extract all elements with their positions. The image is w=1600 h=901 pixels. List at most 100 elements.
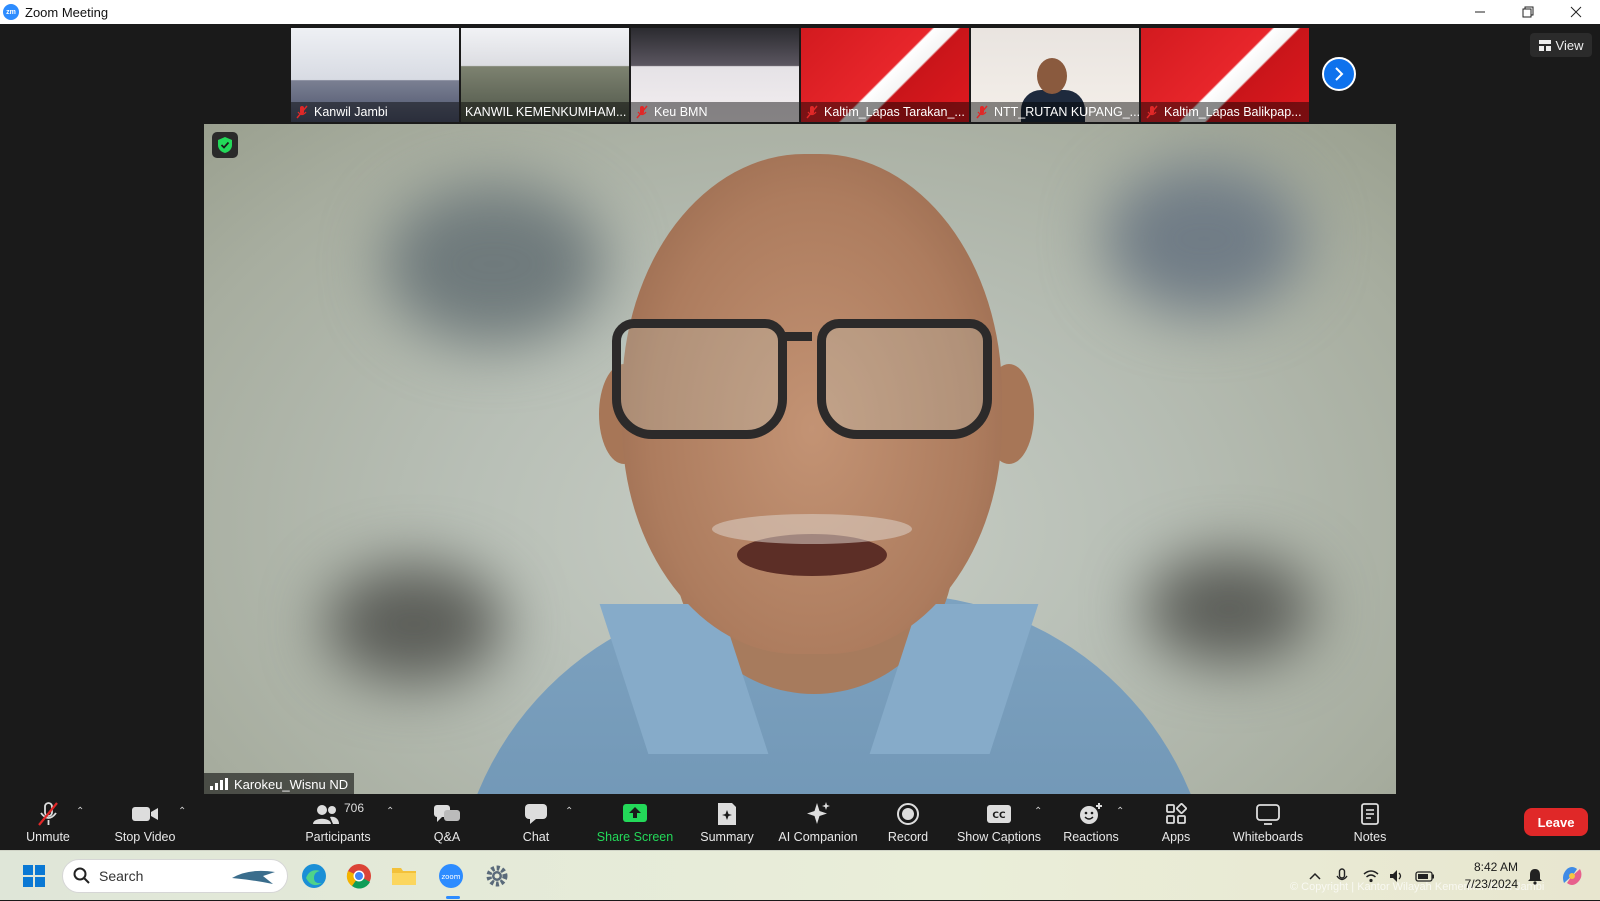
speaker-mustache bbox=[712, 514, 912, 544]
chat-options-caret[interactable]: ⌃ bbox=[565, 806, 573, 817]
participant-label: Kaltim_Lapas Balikpap... bbox=[1141, 102, 1309, 122]
edge-browser-icon[interactable] bbox=[298, 860, 330, 892]
ai-companion-button[interactable]: AI Companion bbox=[776, 794, 860, 850]
leave-button[interactable]: Leave bbox=[1524, 808, 1588, 836]
mic-muted-icon bbox=[635, 105, 649, 119]
chevron-up-icon[interactable] bbox=[1304, 872, 1326, 880]
close-button[interactable] bbox=[1552, 0, 1600, 24]
speaker-face bbox=[612, 154, 1002, 654]
meeting-area: Kanwil Jambi KANWIL KEMENKUMHAM... Keu B… bbox=[0, 24, 1600, 850]
apps-icon bbox=[1166, 803, 1187, 824]
search-highlight-icon bbox=[232, 870, 275, 884]
reactions-options-caret[interactable]: ⌃ bbox=[1116, 806, 1124, 817]
restore-button[interactable] bbox=[1504, 0, 1552, 24]
shield-check-icon bbox=[218, 137, 232, 153]
speaker-name: Karokeu_Wisnu ND bbox=[234, 776, 349, 792]
participant-thumbnail[interactable]: Kanwil Jambi bbox=[291, 28, 459, 122]
participant-label: Kaltim_Lapas Tarakan_... bbox=[801, 102, 969, 122]
qa-button[interactable]: Q&A bbox=[424, 794, 470, 850]
taskbar-search[interactable]: Search bbox=[62, 859, 288, 893]
summary-button[interactable]: Summary bbox=[698, 794, 756, 850]
background-blur bbox=[1144, 554, 1314, 664]
start-button[interactable] bbox=[18, 860, 50, 892]
next-page-button[interactable] bbox=[1322, 57, 1356, 91]
qa-label: Q&A bbox=[433, 830, 461, 844]
video-camera-icon bbox=[132, 807, 158, 821]
participant-thumbnail[interactable]: KANWIL KEMENKUMHAM... bbox=[461, 28, 629, 122]
participant-thumbnail[interactable]: Keu BMN bbox=[631, 28, 799, 122]
copilot-icon bbox=[1563, 867, 1582, 885]
mic-muted-icon bbox=[38, 802, 58, 826]
participant-name: Kanwil Jambi bbox=[314, 105, 388, 119]
participant-name: Keu BMN bbox=[654, 105, 708, 119]
apps-label: Apps bbox=[1161, 830, 1191, 844]
notes-icon bbox=[1361, 803, 1379, 825]
copilot-button[interactable] bbox=[1556, 860, 1588, 892]
search-icon bbox=[73, 867, 90, 884]
search-placeholder: Search bbox=[99, 868, 144, 884]
summary-icon bbox=[718, 803, 736, 825]
minimize-button[interactable] bbox=[1456, 0, 1504, 24]
chat-button[interactable]: Chat bbox=[516, 794, 556, 850]
share-screen-label: Share Screen bbox=[596, 830, 674, 844]
chat-icon bbox=[525, 804, 547, 824]
encryption-shield-button[interactable] bbox=[212, 132, 238, 158]
grid-icon bbox=[1538, 39, 1551, 51]
participants-label: Participants bbox=[305, 830, 371, 844]
mic-muted-icon bbox=[1145, 105, 1159, 119]
taskbar-clock[interactable]: 8:42 AM 7/23/2024 bbox=[1448, 859, 1518, 893]
captions-options-caret[interactable]: ⌃ bbox=[1034, 806, 1042, 817]
share-screen-button[interactable]: Share Screen bbox=[596, 794, 674, 850]
record-label: Record bbox=[887, 830, 929, 844]
participants-icon bbox=[312, 805, 339, 824]
stop-video-button[interactable]: Stop Video bbox=[110, 794, 180, 850]
participants-count: 706 bbox=[343, 801, 365, 815]
participant-name: NTT_RUTAN KUPANG_... bbox=[994, 105, 1139, 119]
gallery-strip: Kanwil Jambi KANWIL KEMENKUMHAM... Keu B… bbox=[291, 28, 1309, 122]
settings-taskbar-icon[interactable] bbox=[481, 860, 513, 892]
wifi-icon[interactable] bbox=[1358, 869, 1384, 883]
background-blur bbox=[1104, 164, 1304, 314]
chrome-browser-icon[interactable] bbox=[343, 860, 375, 892]
whiteboards-button[interactable]: Whiteboards bbox=[1230, 794, 1306, 850]
qa-icon bbox=[434, 805, 460, 822]
svg-text:zoom: zoom bbox=[441, 873, 460, 881]
apps-button[interactable]: Apps bbox=[1160, 794, 1192, 850]
sparkle-icon bbox=[807, 802, 830, 824]
record-icon bbox=[897, 803, 919, 825]
view-label: View bbox=[1555, 37, 1584, 53]
view-button[interactable]: View bbox=[1530, 33, 1592, 57]
signal-strength-icon bbox=[210, 778, 228, 790]
reactions-button[interactable]: Reactions bbox=[1062, 794, 1120, 850]
notifications-button[interactable] bbox=[1519, 860, 1551, 892]
show-captions-button[interactable]: CC Show Captions bbox=[956, 794, 1042, 850]
clock-date: 7/23/2024 bbox=[1464, 877, 1518, 891]
whiteboards-label: Whiteboards bbox=[1232, 830, 1304, 844]
reactions-icon bbox=[1080, 803, 1102, 824]
speaker-icon[interactable] bbox=[1384, 869, 1410, 883]
notes-button[interactable]: Notes bbox=[1350, 794, 1390, 850]
mic-muted-icon bbox=[975, 105, 989, 119]
microphone-icon[interactable] bbox=[1326, 868, 1358, 884]
participant-thumbnail[interactable]: NTT_RUTAN KUPANG_... bbox=[971, 28, 1139, 122]
unmute-button[interactable]: Unmute bbox=[22, 794, 74, 850]
audio-options-caret[interactable]: ⌃ bbox=[76, 806, 84, 817]
chat-label: Chat bbox=[522, 830, 550, 844]
video-options-caret[interactable]: ⌃ bbox=[178, 806, 186, 817]
windows-taskbar: Search zoom © Copyright | Kantor Wilayah… bbox=[0, 850, 1600, 900]
file-explorer-icon[interactable] bbox=[388, 860, 420, 892]
zoom-taskbar-icon[interactable]: zoom bbox=[435, 860, 467, 892]
participants-options-caret[interactable]: ⌃ bbox=[386, 806, 394, 817]
participant-thumbnail[interactable]: Kaltim_Lapas Balikpap... bbox=[1141, 28, 1309, 122]
record-button[interactable]: Record bbox=[886, 794, 930, 850]
edge-icon bbox=[302, 864, 326, 888]
participant-thumbnail[interactable]: Kaltim_Lapas Tarakan_... bbox=[801, 28, 969, 122]
restore-icon bbox=[1522, 6, 1534, 18]
battery-icon[interactable] bbox=[1410, 870, 1440, 882]
close-icon bbox=[1570, 6, 1582, 18]
title-bar: zm Zoom Meeting bbox=[0, 0, 1600, 24]
participants-button[interactable]: 706 Participants bbox=[300, 794, 376, 850]
ai-companion-label: AI Companion bbox=[778, 830, 858, 844]
background-blur bbox=[324, 564, 504, 684]
active-speaker-video: Karokeu_Wisnu ND bbox=[204, 124, 1396, 795]
